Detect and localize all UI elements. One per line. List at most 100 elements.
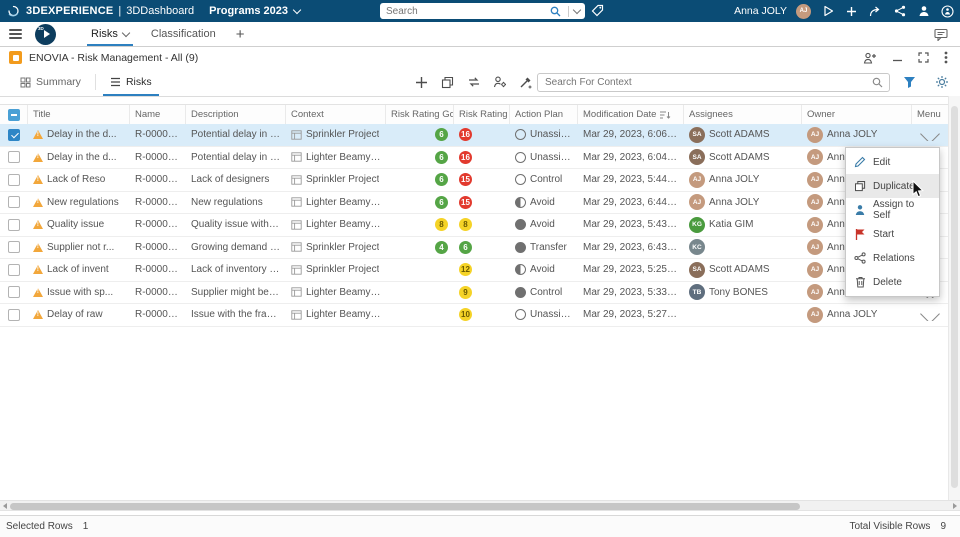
column-header-assignees[interactable]: Assignees bbox=[684, 105, 802, 124]
sort-icon[interactable] bbox=[659, 110, 671, 120]
menu-item-start[interactable]: Start bbox=[846, 222, 939, 246]
table-row[interactable]: Issue with sp... R-0000002 Supplier migh… bbox=[0, 281, 948, 304]
assignee-avatar[interactable]: AJ bbox=[689, 171, 705, 188]
column-header-description[interactable]: Description bbox=[186, 105, 286, 124]
user-name[interactable]: Anna JOLY bbox=[734, 5, 787, 17]
column-header-title[interactable]: Title bbox=[28, 105, 130, 124]
vertical-scrollbar-thumb[interactable] bbox=[951, 106, 958, 488]
share-nodes-icon[interactable] bbox=[892, 4, 907, 19]
tag-icon[interactable] bbox=[591, 4, 604, 17]
row-checkbox[interactable] bbox=[8, 286, 20, 299]
more-icon[interactable] bbox=[944, 51, 948, 64]
menu-item-duplicate[interactable]: Duplicate bbox=[846, 174, 939, 198]
forward-icon[interactable] bbox=[868, 4, 883, 19]
owner-avatar[interactable]: AJ bbox=[807, 306, 823, 323]
column-header-owner[interactable]: Owner bbox=[802, 105, 912, 124]
minimize-icon[interactable] bbox=[892, 52, 903, 63]
settings-gear-icon[interactable] bbox=[933, 74, 950, 91]
assistance-icon[interactable] bbox=[940, 4, 955, 19]
row-menu-button[interactable] bbox=[920, 308, 940, 321]
column-header-rating[interactable]: Risk Rating bbox=[454, 105, 510, 124]
row-checkbox[interactable] bbox=[8, 218, 20, 231]
add-icon[interactable] bbox=[844, 4, 859, 19]
user-icon[interactable] bbox=[916, 4, 931, 19]
row-menu-button[interactable] bbox=[920, 128, 940, 141]
row-checkbox[interactable] bbox=[8, 151, 20, 164]
global-search[interactable] bbox=[380, 3, 585, 19]
table-row[interactable]: Lack of Reso R-0000005 Lack of designers… bbox=[0, 169, 948, 192]
menu-item-assign-to-self[interactable]: Assign to Self bbox=[846, 198, 939, 222]
column-header-modified[interactable]: Modification Date bbox=[578, 105, 684, 124]
row-checkbox[interactable] bbox=[8, 241, 20, 254]
table-row[interactable]: Quality issue R-0000006 Quality issue wi… bbox=[0, 214, 948, 237]
hamburger-icon[interactable] bbox=[9, 28, 22, 40]
assign-icon[interactable] bbox=[491, 74, 508, 91]
select-all-checkbox[interactable] bbox=[7, 108, 20, 121]
global-search-input[interactable] bbox=[380, 5, 548, 17]
row-checkbox[interactable] bbox=[8, 196, 20, 209]
column-header-context[interactable]: Context bbox=[286, 105, 386, 124]
owner-avatar[interactable]: AJ bbox=[807, 261, 823, 278]
owner-avatar[interactable]: AJ bbox=[807, 216, 823, 233]
owner-avatar[interactable]: AJ bbox=[807, 194, 823, 211]
assignee-avatar[interactable]: KC bbox=[689, 239, 705, 256]
column-header-menu[interactable]: Menu bbox=[912, 105, 948, 124]
table-row[interactable]: Lack of invent R-0000008 Lack of invento… bbox=[0, 259, 948, 282]
search-icon[interactable] bbox=[872, 77, 883, 88]
table-row[interactable]: Delay of raw R-0000004 Issue with the fr… bbox=[0, 304, 948, 327]
add-risk-icon[interactable] bbox=[413, 74, 430, 91]
duplicate-icon[interactable] bbox=[439, 74, 456, 91]
owner-avatar[interactable]: AJ bbox=[807, 284, 823, 301]
assignee-avatar[interactable]: SA bbox=[689, 149, 705, 166]
select-all-cell[interactable] bbox=[0, 105, 28, 124]
owner-avatar[interactable]: AJ bbox=[807, 126, 823, 143]
scroll-right-arrow-icon[interactable] bbox=[950, 501, 960, 510]
dashboard-selector[interactable]: Programs 2023 bbox=[209, 5, 302, 17]
assignee-avatar[interactable]: SA bbox=[689, 261, 705, 278]
table-row[interactable]: Delay in the d... R-0000001 Potential de… bbox=[0, 146, 948, 169]
maximize-icon[interactable] bbox=[918, 52, 929, 63]
menu-item-edit[interactable]: Edit bbox=[846, 150, 939, 174]
assignee-avatar[interactable]: SA bbox=[689, 126, 705, 143]
share-widget-icon[interactable] bbox=[863, 52, 877, 64]
tools-icon[interactable] bbox=[517, 74, 534, 91]
context-search-input[interactable] bbox=[538, 77, 872, 88]
row-checkbox[interactable] bbox=[8, 128, 20, 141]
row-checkbox[interactable] bbox=[8, 263, 20, 276]
row-checkbox[interactable] bbox=[8, 173, 20, 186]
chevron-down-icon[interactable] bbox=[121, 28, 131, 38]
compass-icon[interactable]: 3D bbox=[35, 23, 56, 45]
horizontal-scrollbar-thumb[interactable] bbox=[10, 502, 800, 510]
tab-summary[interactable]: Summary bbox=[8, 68, 93, 96]
tab-risks-view[interactable]: Risks bbox=[98, 68, 164, 96]
owner-avatar[interactable]: AJ bbox=[807, 149, 823, 166]
table-row[interactable]: New regulations R-0000009 New regulation… bbox=[0, 191, 948, 214]
scroll-left-arrow-icon[interactable] bbox=[0, 501, 10, 510]
play-media-icon[interactable] bbox=[820, 4, 835, 19]
search-options-chevron-icon[interactable] bbox=[572, 5, 582, 15]
tab-risks[interactable]: Risks bbox=[80, 22, 140, 46]
comment-icon[interactable] bbox=[934, 28, 948, 41]
assignee-avatar[interactable]: KG bbox=[689, 216, 705, 233]
column-header-goal[interactable]: Risk Rating Goal bbox=[386, 105, 454, 124]
menu-item-delete[interactable]: Delete bbox=[846, 270, 939, 294]
horizontal-scrollbar[interactable] bbox=[0, 500, 960, 511]
column-header-name[interactable]: Name bbox=[130, 105, 186, 124]
user-avatar[interactable]: AJ bbox=[796, 3, 811, 19]
column-header-action[interactable]: Action Plan bbox=[510, 105, 578, 124]
row-checkbox[interactable] bbox=[8, 308, 20, 321]
table-row[interactable]: Delay in the d... R-0000010 Potential de… bbox=[0, 124, 948, 147]
owner-avatar[interactable]: AJ bbox=[807, 239, 823, 256]
menu-item-relations[interactable]: Relations bbox=[846, 246, 939, 270]
table-row[interactable]: Supplier not r... R-0000003 Growing dema… bbox=[0, 236, 948, 259]
search-icon[interactable] bbox=[548, 4, 563, 19]
context-search[interactable] bbox=[537, 73, 890, 92]
exchange-icon[interactable] bbox=[465, 74, 482, 91]
vertical-scrollbar[interactable] bbox=[948, 96, 960, 500]
tab-classification[interactable]: Classification bbox=[140, 22, 227, 46]
assignee-avatar[interactable]: TB bbox=[689, 284, 705, 301]
add-tab-button[interactable]: + bbox=[227, 26, 254, 43]
assignee-avatar[interactable]: AJ bbox=[689, 194, 705, 211]
filter-icon[interactable] bbox=[901, 74, 918, 91]
owner-avatar[interactable]: AJ bbox=[807, 171, 823, 188]
